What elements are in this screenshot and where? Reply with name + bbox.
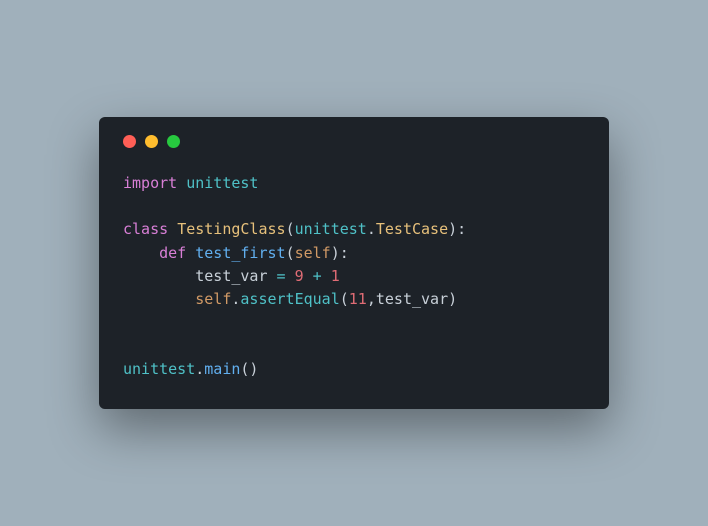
method-call: assertEqual (240, 290, 339, 308)
punctuation: ) (448, 290, 457, 308)
module-ref: unittest (123, 360, 195, 378)
code-block: import unittest class TestingClass(unitt… (123, 172, 585, 381)
variable: test_var (376, 290, 448, 308)
punctuation: ( (286, 220, 295, 238)
code-window: import unittest class TestingClass(unitt… (99, 117, 609, 409)
punctuation: ): (448, 220, 466, 238)
function-call: main (204, 360, 240, 378)
indent (123, 244, 159, 262)
indent (123, 290, 195, 308)
keyword-class: class (123, 220, 168, 238)
punctuation: ( (340, 290, 349, 308)
class-name: TestingClass (177, 220, 285, 238)
function-name: test_first (195, 244, 285, 262)
module-unittest: unittest (186, 174, 258, 192)
number-literal: 1 (331, 267, 340, 285)
punctuation: () (240, 360, 258, 378)
module-ref: unittest (295, 220, 367, 238)
self-param: self (295, 244, 331, 262)
indent (123, 267, 195, 285)
minimize-icon[interactable] (145, 135, 158, 148)
variable: test_var (195, 267, 276, 285)
keyword-def: def (159, 244, 186, 262)
base-class: TestCase (376, 220, 448, 238)
punctuation: . (195, 360, 204, 378)
operator-plus: + (304, 267, 331, 285)
window-titlebar (123, 135, 585, 148)
number-literal: 9 (295, 267, 304, 285)
number-literal: 11 (349, 290, 367, 308)
self-ref: self (195, 290, 231, 308)
punctuation: ( (286, 244, 295, 262)
zoom-icon[interactable] (167, 135, 180, 148)
keyword-import: import (123, 174, 177, 192)
punctuation: , (367, 290, 376, 308)
close-icon[interactable] (123, 135, 136, 148)
punctuation: . (367, 220, 376, 238)
punctuation: ): (331, 244, 349, 262)
operator-assign: = (277, 267, 295, 285)
